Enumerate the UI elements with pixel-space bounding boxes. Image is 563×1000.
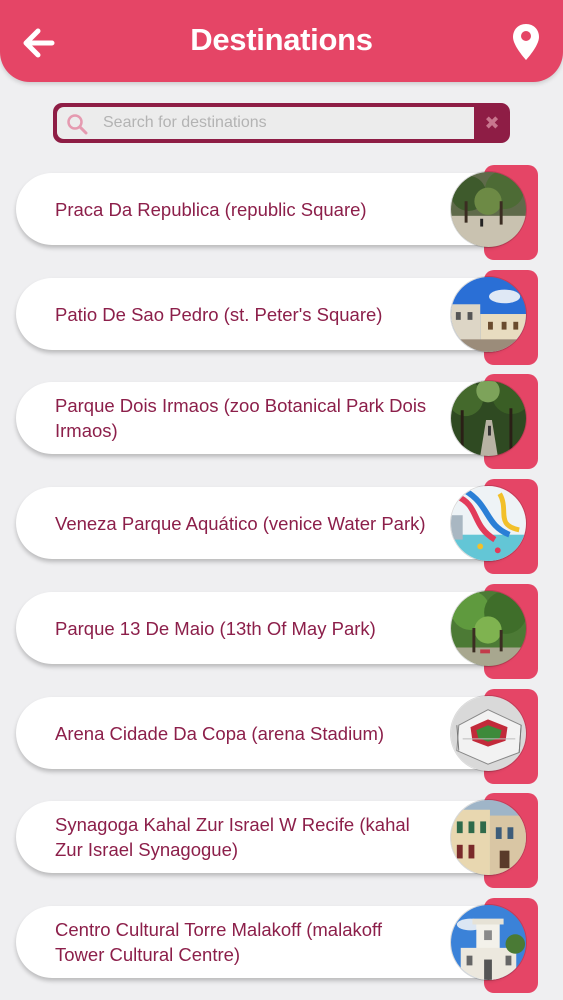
item-card[interactable]: Parque Dois Irmaos (zoo Botanical Park D… <box>16 380 527 457</box>
destination-name: Patio De Sao Pedro (st. Peter's Square) <box>55 303 383 325</box>
item-card[interactable]: Parque 13 De Maio (13th Of May Park) <box>16 590 527 667</box>
search-field-container <box>57 107 474 139</box>
list-item[interactable]: Patio De Sao Pedro (st. Peter's Square) <box>16 270 538 365</box>
list-item[interactable]: Parque Dois Irmaos (zoo Botanical Park D… <box>16 374 538 469</box>
list-item[interactable]: Veneza Parque Aquático (venice Water Par… <box>16 479 538 574</box>
destination-name: Veneza Parque Aquático (venice Water Par… <box>55 512 426 534</box>
page-title: Destinations <box>190 22 373 57</box>
list-item[interactable]: Arena Cidade Da Copa (arena Stadium) <box>16 689 538 784</box>
map-pin-icon[interactable] <box>511 22 541 62</box>
search-icon <box>67 114 88 135</box>
app-header: Destinations <box>0 0 563 82</box>
item-card[interactable]: Praca Da Republica (republic Square) <box>16 171 527 248</box>
item-card[interactable]: Patio De Sao Pedro (st. Peter's Square) <box>16 276 527 353</box>
destination-name: Praca Da Republica (republic Square) <box>55 198 367 220</box>
square-trees-photo <box>450 171 527 248</box>
colonial-church-photo <box>450 276 527 353</box>
item-card[interactable]: Centro Cultural Torre Malakoff (malakoff… <box>16 904 527 981</box>
white-tower-photo <box>450 904 527 981</box>
stadium-aerial-photo <box>450 695 527 772</box>
destination-name: Arena Cidade Da Copa (arena Stadium) <box>55 722 385 744</box>
destination-name: Synagoga Kahal Zur Israel W Recife (kaha… <box>55 814 410 860</box>
list-item[interactable]: Centro Cultural Torre Malakoff (malakoff… <box>16 898 538 993</box>
destination-name: Parque Dois Irmaos (zoo Botanical Park D… <box>55 395 427 441</box>
synagogue-facade-photo <box>450 799 527 876</box>
list-item[interactable]: Synagoga Kahal Zur Israel W Recife (kaha… <box>16 793 538 888</box>
item-card[interactable]: Veneza Parque Aquático (venice Water Par… <box>16 485 527 562</box>
destination-name: Centro Cultural Torre Malakoff (malakoff… <box>55 919 382 965</box>
park-trees-photo <box>450 590 527 667</box>
item-card[interactable]: Synagoga Kahal Zur Israel W Recife (kaha… <box>16 799 527 876</box>
search-bar: ✖ <box>53 103 510 143</box>
forest-path-photo <box>450 380 527 457</box>
water-slides-photo <box>450 485 527 562</box>
item-card[interactable]: Arena Cidade Da Copa (arena Stadium) <box>16 695 527 772</box>
clear-search-button[interactable]: ✖ <box>474 103 510 143</box>
search-input[interactable] <box>103 110 463 136</box>
list-item[interactable]: Parque 13 De Maio (13th Of May Park) <box>16 584 538 679</box>
list-item[interactable]: Praca Da Republica (republic Square) <box>16 165 538 260</box>
destination-name: Parque 13 De Maio (13th Of May Park) <box>55 617 376 639</box>
